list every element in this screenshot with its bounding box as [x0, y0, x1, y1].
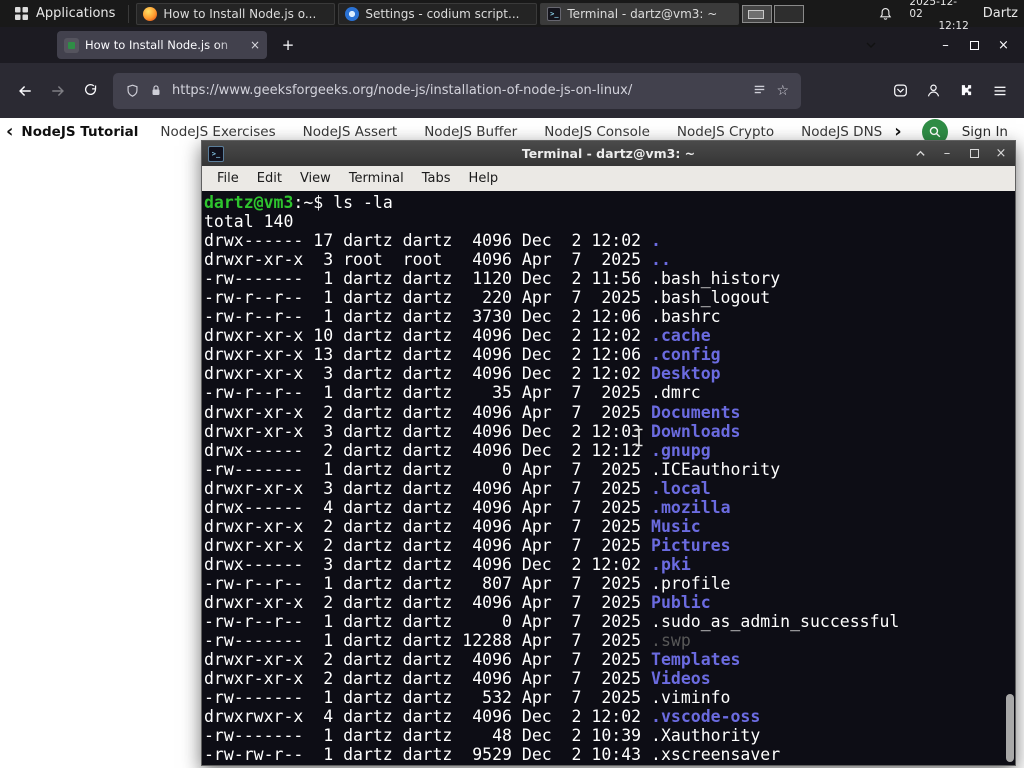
terminal-output[interactable]: dartz@vm3:~$ ls -la total 140 drwx------…	[202, 191, 1015, 765]
hamburger-menu-icon	[994, 86, 1005, 95]
account-person-icon	[927, 84, 940, 97]
lock-icon	[152, 85, 160, 95]
account-button[interactable]	[917, 76, 950, 106]
taskbar-button[interactable]: How to Install Node.js o...	[136, 2, 336, 25]
nav-scroll-right-icon[interactable]: ›	[888, 123, 907, 141]
taskbar-button[interactable]: >_ Terminal - dartz@vm3: ~	[540, 2, 740, 25]
menu-button[interactable]	[983, 76, 1016, 106]
tab-close-icon[interactable]: ×	[250, 38, 260, 52]
workspace-switcher[interactable]	[742, 4, 805, 23]
applications-grid-icon	[15, 7, 28, 20]
user-menu[interactable]: Dartz	[983, 6, 1018, 21]
terminal-shade-button[interactable]	[913, 147, 927, 161]
reader-mode-icon[interactable]	[752, 83, 767, 98]
tab-title: How to Install Node.js on	[85, 38, 229, 52]
window-maximize-button[interactable]	[960, 32, 989, 58]
site-nav-items: NodeJS Exercises NodeJS Assert NodeJS Buff…	[160, 124, 944, 140]
terminal-app-icon: >_	[208, 145, 224, 162]
forward-button[interactable]	[41, 76, 74, 106]
taskbar-button[interactable]: Settings - codium script...	[338, 2, 538, 25]
panel-separator	[128, 4, 130, 23]
bell-icon	[880, 7, 892, 20]
workspace-2[interactable]	[774, 4, 805, 23]
tab-nodejs-install[interactable]: How to Install Node.js on ×	[57, 31, 267, 59]
top-panel: Applications How to Install Node.js o...…	[0, 0, 1024, 32]
terminal-icon: >_	[547, 6, 562, 21]
terminal-minimize-button[interactable]: –	[940, 146, 954, 161]
maximize-icon	[969, 149, 979, 158]
back-arrow-icon	[18, 85, 31, 96]
search-icon	[929, 126, 941, 138]
bookmark-star-icon[interactable]: ☆	[776, 83, 789, 99]
terminal-menu-tabs[interactable]: Tabs	[413, 171, 460, 186]
list-all-tabs-button[interactable]	[856, 32, 885, 58]
site-nav-item[interactable]: NodeJS Assert	[303, 124, 398, 140]
terminal-maximize-button[interactable]	[967, 147, 981, 161]
desktop: Applications How to Install Node.js o...…	[0, 0, 1024, 768]
terminal-menu-terminal[interactable]: Terminal	[340, 171, 413, 186]
taskbar-label: How to Install Node.js o...	[163, 6, 317, 21]
terminal-text[interactable]: dartz@vm3:~$ ls -la total 140 drwx------…	[202, 191, 1015, 764]
terminal-menu-file[interactable]: File	[208, 171, 248, 186]
terminal-scrollbar-thumb[interactable]	[1006, 694, 1014, 762]
settings-icon	[345, 6, 360, 21]
sign-in-button[interactable]: Sign In	[962, 124, 1008, 140]
terminal-scrollbar[interactable]	[1005, 191, 1015, 765]
reload-button[interactable]	[74, 76, 107, 106]
clock-time: 12:12	[938, 19, 969, 32]
window-controls: – ×	[856, 27, 1018, 63]
toolbar-right-icons	[884, 76, 1016, 106]
url-bar[interactable]: https://www.geeksforgeeks.org/node-js/in…	[113, 72, 801, 109]
window-close-button[interactable]: ×	[989, 32, 1018, 58]
reload-icon	[84, 83, 97, 95]
terminal-close-button[interactable]: ×	[994, 146, 1008, 161]
clock-date: 2025-12-02	[909, 0, 958, 20]
pocket-icon	[894, 84, 907, 97]
chevron-up-icon	[915, 150, 925, 156]
forward-arrow-icon	[51, 85, 64, 96]
terminal-titlebar[interactable]: >_ Terminal - dartz@vm3: ~ – ×	[202, 141, 1015, 166]
back-button[interactable]	[8, 76, 41, 106]
site-nav-item[interactable]: NodeJS Console	[544, 124, 650, 140]
site-nav-item[interactable]: NodeJS Crypto	[677, 124, 774, 140]
taskbar-label: Settings - codium script...	[365, 6, 520, 21]
site-nav-item[interactable]: NodeJS DNS	[801, 124, 882, 140]
notifications-button[interactable]	[878, 6, 893, 22]
tab-bar: How to Install Node.js on × + – ×	[0, 27, 1024, 63]
workspace-window-thumb	[748, 9, 765, 19]
url-text[interactable]: https://www.geeksforgeeks.org/node-js/in…	[172, 83, 743, 98]
extensions-puzzle-icon	[961, 85, 972, 96]
chevron-down-icon	[866, 42, 875, 48]
pocket-button[interactable]	[884, 76, 917, 106]
terminal-menubar: File Edit View Terminal Tabs Help	[202, 166, 1015, 191]
terminal-menu-edit[interactable]: Edit	[248, 171, 291, 186]
navigation-toolbar: https://www.geeksforgeeks.org/node-js/in…	[0, 63, 1024, 118]
taskbar: How to Install Node.js o... Settings - co…	[136, 0, 742, 27]
site-nav-item[interactable]: NodeJS Buffer	[424, 124, 517, 140]
terminal-menu-help[interactable]: Help	[460, 171, 508, 186]
extensions-button[interactable]	[950, 76, 983, 106]
site-nav-item-tutorial[interactable]: NodeJS Tutorial	[21, 124, 138, 140]
mouse-cursor-ibeam-icon	[633, 428, 645, 451]
terminal-title: Terminal - dartz@vm3: ~	[521, 146, 696, 161]
workspace-1[interactable]	[742, 4, 773, 23]
applications-label: Applications	[36, 6, 116, 21]
taskbar-label: Terminal - dartz@vm3: ~	[567, 6, 718, 21]
gfg-favicon-icon	[64, 37, 79, 53]
firefox-icon	[143, 6, 158, 21]
terminal-window-controls: – ×	[913, 141, 1008, 166]
terminal-menu-view[interactable]: View	[291, 171, 340, 186]
applications-menu[interactable]: Applications	[4, 0, 125, 27]
window-minimize-button[interactable]: –	[931, 32, 960, 58]
new-tab-button[interactable]: +	[277, 34, 299, 56]
panel-clock[interactable]: 2025-12-02 12:12	[909, 0, 968, 32]
site-nav-item[interactable]: NodeJS Exercises	[160, 124, 275, 140]
tracking-protection-shield-icon	[127, 84, 138, 97]
nav-scroll-left-icon[interactable]: ‹	[0, 123, 19, 141]
maximize-icon	[970, 40, 979, 50]
terminal-window: >_ Terminal - dartz@vm3: ~ – × File Edit V…	[201, 140, 1016, 766]
